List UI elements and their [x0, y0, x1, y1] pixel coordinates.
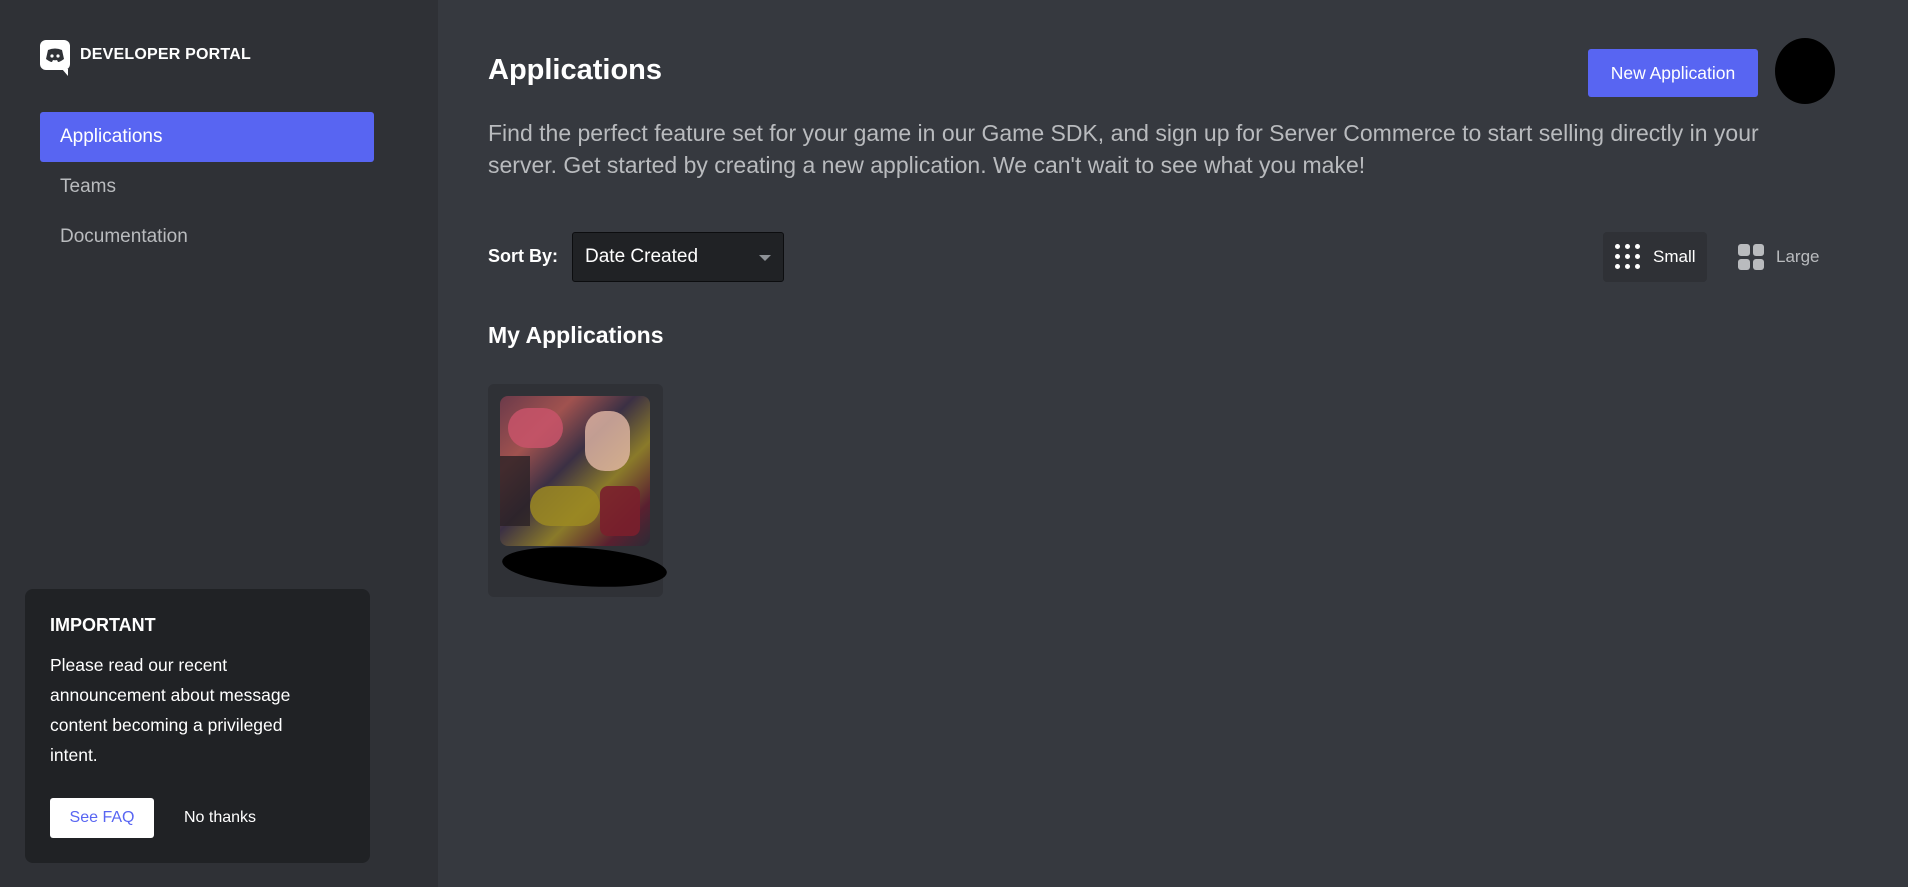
chevron-down-icon: [759, 255, 771, 261]
view-small-label: Small: [1653, 247, 1696, 266]
sort-value: Date Created: [585, 246, 699, 267]
application-name-redacted: [500, 542, 669, 592]
page-title: Applications: [488, 54, 663, 86]
notice-title: IMPORTANT: [50, 615, 156, 635]
intro-text: Find the perfect feature set for your ga…: [488, 120, 1759, 178]
small-grid-icon: [1615, 244, 1641, 270]
brand-title: DEVELOPER PORTAL: [80, 46, 251, 63]
sort-select[interactable]: Date Created: [572, 232, 784, 282]
sidebar: DEVELOPER PORTAL Applications Teams Docu…: [0, 0, 438, 887]
large-grid-icon: [1738, 244, 1764, 270]
view-large-toggle[interactable]: Large: [1738, 232, 1819, 282]
see-faq-button[interactable]: See FAQ: [50, 798, 154, 838]
main-content: Applications New Application Find the pe…: [438, 0, 1908, 887]
application-icon-image: [500, 396, 650, 546]
view-large-label: Large: [1776, 247, 1820, 266]
new-application-button[interactable]: New Application: [1588, 49, 1758, 97]
brand[interactable]: DEVELOPER PORTAL: [40, 40, 251, 76]
sidebar-item-teams[interactable]: Teams: [40, 162, 374, 212]
discord-logo-icon: [40, 40, 70, 76]
sidebar-item-applications[interactable]: Applications: [40, 112, 374, 162]
important-notice: IMPORTANT Please read our recent announc…: [25, 589, 370, 863]
sort-label: Sort By:: [488, 246, 559, 266]
notice-body: Please read our recent announcement abou…: [50, 655, 291, 765]
view-small-toggle[interactable]: Small: [1603, 232, 1707, 282]
application-card[interactable]: [488, 384, 669, 597]
sidebar-item-documentation[interactable]: Documentation: [40, 212, 374, 262]
my-applications-title: My Applications: [488, 322, 664, 348]
sidebar-nav: Applications Teams Documentation: [40, 112, 374, 262]
no-thanks-button[interactable]: No thanks: [184, 809, 256, 827]
notice-actions: See FAQ No thanks: [50, 798, 256, 838]
avatar[interactable]: [1775, 38, 1835, 104]
